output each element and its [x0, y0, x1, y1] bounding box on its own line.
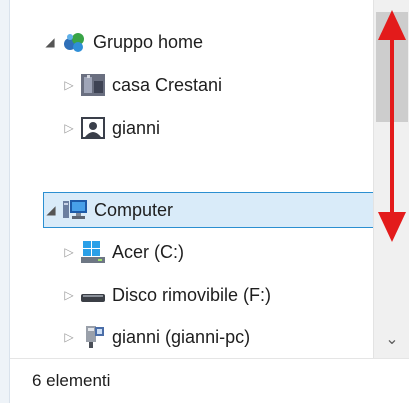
computer-icon — [62, 198, 88, 222]
tree-item-gruppo-home[interactable]: ◢ Gruppo home — [43, 23, 203, 61]
annotation-arrows — [378, 10, 406, 242]
drive-windows-icon — [80, 240, 106, 264]
tree-item-gianni-pc[interactable]: ▷ gianni (gianni-pc) — [62, 318, 250, 356]
tree-item-gianni[interactable]: ▷ gianni — [62, 109, 160, 147]
tree-item-label: Gruppo home — [93, 31, 204, 52]
navigation-tree: ◢ Gruppo home ▷ casa Crestani ▷ gianni ◢… — [10, 0, 381, 358]
tree-item-label: Computer — [94, 199, 174, 220]
removable-drive-icon — [80, 283, 106, 307]
collapsed-arrow-icon[interactable]: ▷ — [62, 121, 76, 135]
tree-item-casa-crestani[interactable]: ▷ casa Crestani — [62, 66, 222, 104]
collapsed-arrow-icon[interactable]: ▷ — [62, 330, 76, 344]
tree-item-label: gianni (gianni-pc) — [112, 326, 251, 347]
pane-left-edge — [0, 0, 10, 403]
tree-item-label: gianni — [112, 117, 161, 138]
tree-item-label: Disco rimovibile (F:) — [112, 284, 272, 305]
user-icon — [80, 116, 106, 140]
tree-item-computer[interactable]: ◢ Computer — [43, 192, 381, 228]
tree-item-disco-rimovibile-f[interactable]: ▷ Disco rimovibile (F:) — [62, 276, 271, 314]
computer-user-icon — [80, 73, 106, 97]
network-drive-icon — [80, 325, 106, 349]
collapsed-arrow-icon[interactable]: ▷ — [62, 288, 76, 302]
tree-item-label: casa Crestani — [112, 74, 223, 95]
tree-item-label: Acer (C:) — [112, 241, 184, 262]
up-arrow — [378, 10, 406, 122]
tree-item-acer-c[interactable]: ▷ Acer (C:) — [62, 233, 184, 271]
collapsed-arrow-icon[interactable]: ▷ — [62, 78, 76, 92]
homegroup-icon — [61, 30, 87, 54]
down-arrow — [378, 120, 406, 242]
item-count: 6 elementi — [32, 371, 111, 390]
collapsed-arrow-icon[interactable]: ▷ — [62, 245, 76, 259]
expanded-arrow-icon[interactable]: ◢ — [43, 35, 57, 49]
expanded-arrow-icon[interactable]: ◢ — [44, 203, 58, 217]
scroll-down-icon[interactable]: ⌄ — [374, 330, 409, 350]
status-bar: 6 elementi — [10, 358, 409, 403]
